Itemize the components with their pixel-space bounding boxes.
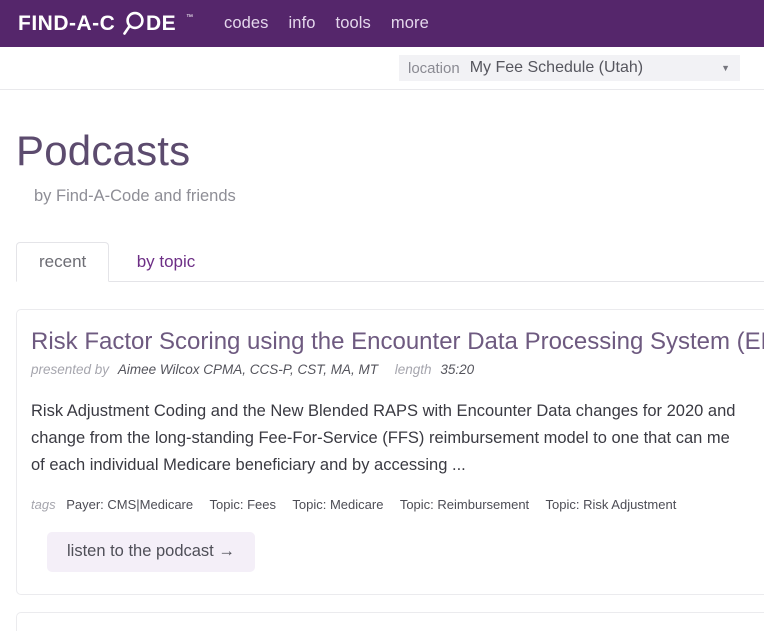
listen-to-podcast-button[interactable]: listen to the podcast → [47,532,255,572]
tag-item[interactable]: Payer: CMS|Medicare [66,497,193,512]
podcast-description: Risk Adjustment Coding and the New Blend… [31,402,736,474]
nav-more[interactable]: more [391,15,429,32]
podcast-card: Medicare now covers acupuncture. Wha?! [16,611,764,631]
main-content: Podcasts by Find-A-Code and friends rece… [0,90,764,631]
main-nav: codes info tools more [224,15,429,32]
nav-info[interactable]: info [289,15,316,32]
svg-text:DE: DE [146,12,176,35]
location-value: My Fee Schedule (Utah) [469,59,644,76]
tag-item[interactable]: Topic: Medicare [292,497,383,512]
location-strip: location My Fee Schedule (Utah) ▼ [0,47,764,90]
location-label: location [408,59,460,77]
podcast-meta: presented by Aimee Wilcox CPMA, CCS-P, C… [31,362,764,377]
tab-bar: recent by topic [0,241,764,282]
find-a-code-logo-icon: FIND-A-C DE ™ [18,11,193,35]
length-label: length [394,362,432,378]
page-subtitle: by Find-A-Code and friends [34,186,236,205]
nav-tools[interactable]: tools [336,15,371,32]
page-title: Podcasts [16,127,191,174]
tab-by-topic[interactable]: by topic [114,242,219,282]
svg-text:FIND-A-C: FIND-A-C [18,12,115,35]
presented-by-label: presented by [31,362,110,378]
tab-recent[interactable]: recent [16,241,110,282]
podcast-card: Risk Factor Scoring using the Encounter … [16,308,764,595]
tag-item[interactable]: Topic: Reimbursement [400,497,529,512]
nav-codes[interactable]: codes [224,15,269,32]
location-selector[interactable]: location My Fee Schedule (Utah) ▼ [399,55,740,81]
tags-label: tags [31,497,56,513]
site-logo[interactable]: FIND-A-C DE ™ [18,11,198,37]
podcast-length: 35:20 [440,362,475,378]
svg-text:™: ™ [186,14,193,21]
page-header: Podcasts by Find-A-Code and friends [0,90,764,206]
podcast-tags: tags Payer: CMS|Medicare Topic: Fees Top… [31,497,764,512]
site-header: FIND-A-C DE ™ codes info tools more [0,0,764,47]
podcast-list: Risk Factor Scoring using the Encounter … [0,282,764,631]
podcast-presenter: Aimee Wilcox CPMA, CCS-P, CST, MA, MT [117,362,378,378]
page-root: FIND-A-C DE ™ codes info tools more loca… [0,0,764,631]
tag-item[interactable]: Topic: Risk Adjustment [546,497,677,512]
podcast-title[interactable]: Risk Factor Scoring using the Encounter … [31,328,764,355]
tag-item[interactable]: Topic: Fees [210,497,276,512]
chevron-down-icon[interactable]: ▼ [721,63,740,73]
